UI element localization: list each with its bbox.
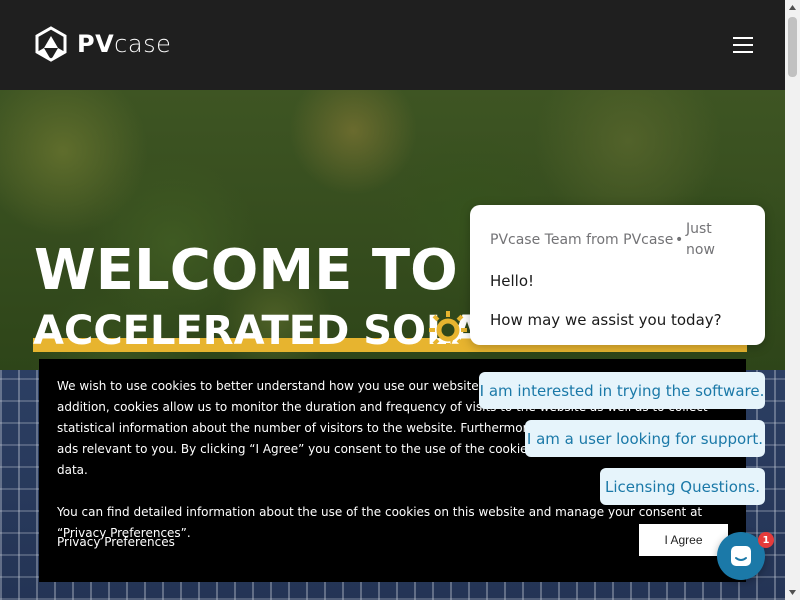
scroll-up-arrow-icon[interactable]	[785, 0, 800, 15]
chat-separator: •	[675, 232, 684, 248]
chat-message-bubble[interactable]: PVcase Team from PVcase • Just now Hello…	[470, 205, 765, 345]
scroll-down-arrow-icon[interactable]	[785, 585, 800, 600]
hero-title: WELCOME TO THE	[34, 238, 474, 303]
unread-badge: 1	[758, 532, 774, 548]
site-header: PVcase	[0, 0, 785, 90]
logo-text: PVcase	[77, 30, 172, 58]
chat-timestamp: Just now	[686, 221, 715, 258]
i-agree-button[interactable]: I Agree	[639, 524, 728, 556]
sun-icon	[429, 311, 467, 349]
chat-greeting: Hello!	[490, 272, 535, 290]
hero-subtitle: ACCELERATED SOLAR	[33, 308, 473, 354]
chat-icon	[731, 546, 751, 566]
chat-sender: PVcase Team from PVcase	[490, 232, 674, 248]
quick-reply-support[interactable]: I am a user looking for support.	[525, 420, 765, 457]
quick-reply-licensing[interactable]: Licensing Questions.	[600, 468, 765, 505]
privacy-preferences-link[interactable]: Privacy Preferences	[57, 535, 175, 549]
quick-reply-trying-software[interactable]: I am interested in trying the software.	[479, 372, 765, 409]
pvcase-logo-icon	[35, 26, 67, 62]
hamburger-menu-icon[interactable]	[728, 35, 758, 55]
pvcase-logo[interactable]: PVcase	[33, 26, 171, 62]
chat-question: How may we assist you today?	[490, 311, 722, 329]
page-scrollbar[interactable]	[785, 0, 800, 600]
scrollbar-thumb[interactable]	[788, 17, 797, 77]
